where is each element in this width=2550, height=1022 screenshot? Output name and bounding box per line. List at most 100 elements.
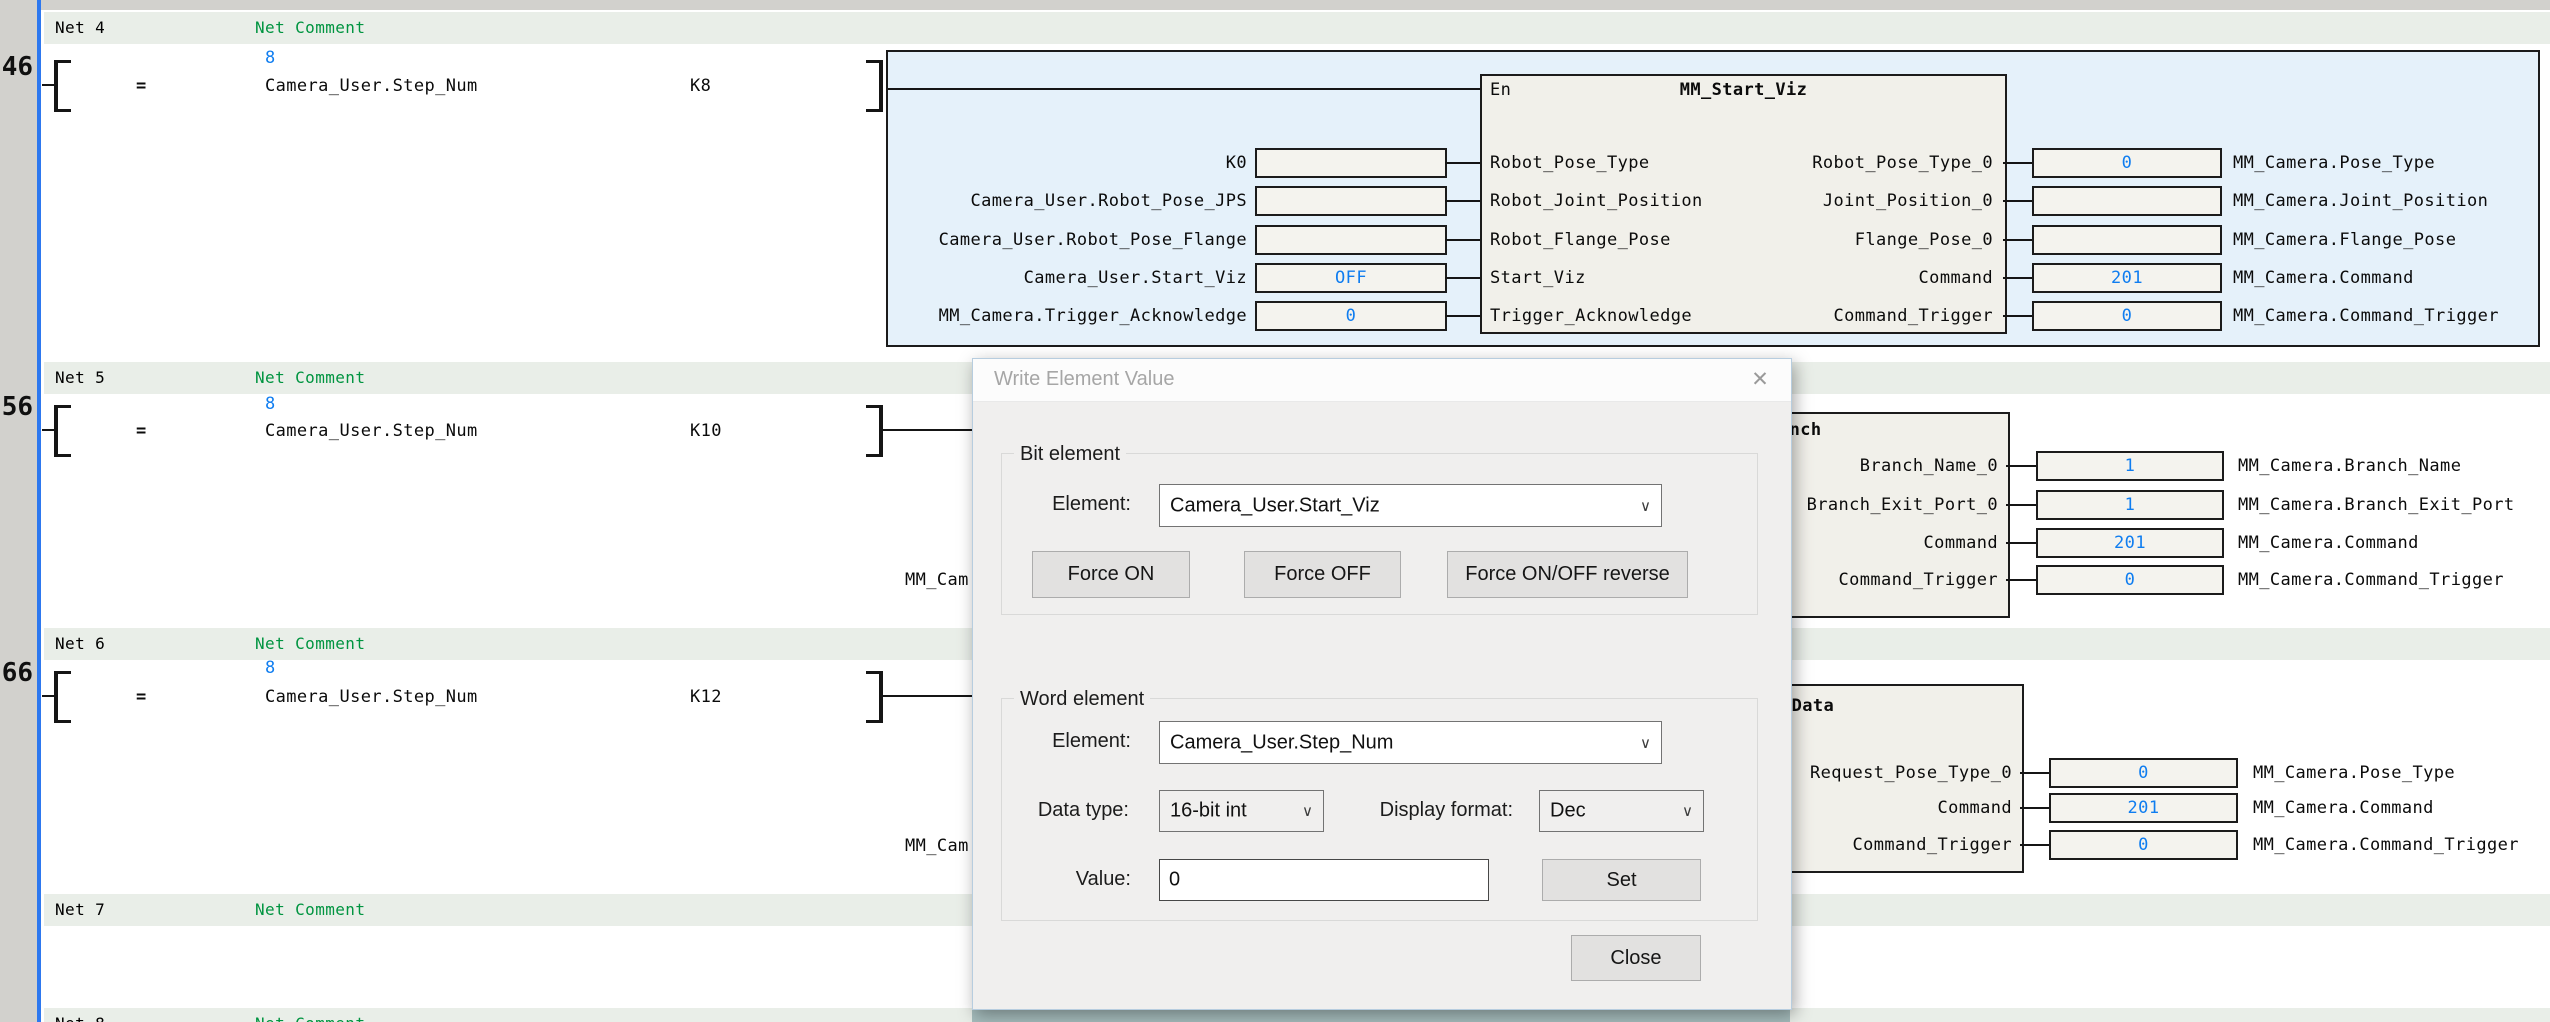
power-rail	[37, 0, 41, 1022]
value-input[interactable]: 0	[1159, 859, 1489, 901]
fb-output-value-box[interactable]: 0	[2032, 148, 2222, 178]
pin-stub	[2020, 844, 2049, 846]
fb-output-value-box[interactable]: 0	[2036, 565, 2224, 595]
set-button[interactable]: Set	[1542, 859, 1701, 901]
rung-line-number: 56	[0, 392, 33, 422]
rung-line-number: 66	[0, 658, 33, 688]
bit-element-value: Camera_User.Start_Viz	[1170, 494, 1380, 517]
pin-stub	[1445, 315, 1480, 317]
fb-input-value-box[interactable]: 0	[1255, 301, 1447, 331]
compare-operator: =	[136, 74, 147, 98]
compare-contact-close-bracket[interactable]	[866, 60, 883, 112]
dialog-titlebar[interactable]: Write Element Value ✕	[973, 359, 1791, 402]
net-comment[interactable]: Net Comment	[255, 634, 365, 653]
operand-live-value: 8	[265, 46, 276, 70]
fb-input-value-box[interactable]: OFF	[1255, 263, 1447, 293]
compare-contact-close-bracket[interactable]	[866, 405, 883, 457]
display-format-combobox[interactable]: Dec ∨	[1539, 790, 1704, 832]
fb-input-operand[interactable]: K0	[560, 151, 1247, 175]
fb-output-operand[interactable]: MM_Camera.Command	[2233, 266, 2414, 290]
fb-input-operand[interactable]: Camera_User.Start_Viz	[560, 266, 1247, 290]
fb-input-value-box[interactable]	[1255, 148, 1447, 178]
fb-output-value-box[interactable]: 201	[2032, 263, 2222, 293]
fb-output-value-box[interactable]: 0	[2049, 830, 2238, 860]
fb-input-operand[interactable]: Camera_User.Robot_Pose_JPS	[560, 189, 1247, 213]
fb-output-operand[interactable]: MM_Camera.Pose_Type	[2233, 151, 2435, 175]
pin-stub	[1445, 200, 1480, 202]
fb-output-value-box[interactable]: 0	[2032, 301, 2222, 331]
operand-label-clipped: MM_Cam	[905, 834, 969, 858]
fb-input-operand[interactable]: MM_Camera.Trigger_Acknowledge	[560, 304, 1247, 328]
close-icon[interactable]: ✕	[1743, 366, 1777, 394]
fb-output-operand[interactable]: MM_Camera.Command	[2238, 531, 2419, 555]
value-label: Value:	[1021, 867, 1131, 891]
fb-output-operand[interactable]: MM_Camera.Flange_Pose	[2233, 228, 2456, 252]
fb-output-operand[interactable]: MM_Camera.Command	[2253, 796, 2434, 820]
force-off-button[interactable]: Force OFF	[1244, 551, 1401, 598]
force-reverse-button[interactable]: Force ON/OFF reverse	[1447, 551, 1688, 598]
fb-output-value-box[interactable]: 201	[2049, 793, 2238, 823]
net-label: Net 4	[55, 18, 105, 37]
fb-output-pin: Command_Trigger	[1600, 304, 1993, 328]
fb-output-value-box[interactable]	[2032, 186, 2222, 216]
display-format-label: Display format:	[1351, 798, 1513, 822]
chevron-down-icon[interactable]: ∨	[1640, 497, 1651, 515]
bit-element-label: Element:	[1021, 492, 1131, 516]
fb-input-value-box[interactable]	[1255, 225, 1447, 255]
pin-stub	[2003, 200, 2032, 202]
compare-contact-close-bracket[interactable]	[866, 671, 883, 723]
fb-output-operand[interactable]: MM_Camera.Branch_Exit_Port	[2238, 493, 2515, 517]
write-element-value-dialog[interactable]: Write Element Value ✕ Bit element Elemen…	[972, 358, 1792, 1010]
value-input-text: 0	[1169, 869, 1180, 892]
fb-output-value-box[interactable]: 0	[2049, 758, 2238, 788]
pin-stub	[1445, 239, 1480, 241]
compare-contact-open-bracket[interactable]	[54, 671, 71, 723]
pin-stub	[2006, 504, 2036, 506]
compare-operator: =	[136, 685, 147, 709]
fb-output-value-box[interactable]: 201	[2036, 528, 2224, 558]
compare-contact-open-bracket[interactable]	[54, 405, 71, 457]
fb-output-operand[interactable]: MM_Camera.Command_Trigger	[2238, 568, 2504, 592]
bit-element-combobox[interactable]: Camera_User.Start_Viz ∨	[1159, 484, 1662, 527]
compare-operator: =	[136, 419, 147, 443]
net-comment[interactable]: Net Comment	[255, 1014, 365, 1022]
pin-stub	[2006, 465, 2036, 467]
fb-input-value-box[interactable]	[1255, 186, 1447, 216]
compare-operand[interactable]: Camera_User.Step_Num	[265, 74, 478, 98]
close-button[interactable]: Close	[1571, 935, 1701, 981]
en-wire	[888, 88, 1480, 90]
fb-output-value-box[interactable]: 1	[2036, 490, 2224, 520]
fb-input-operand[interactable]: Camera_User.Robot_Pose_Flange	[560, 228, 1247, 252]
fb-output-pin: Command	[1600, 266, 1993, 290]
fb-output-operand[interactable]: MM_Camera.Command_Trigger	[2253, 833, 2519, 857]
chevron-down-icon[interactable]: ∨	[1682, 802, 1693, 820]
fb-output-value-box[interactable]	[2032, 225, 2222, 255]
net-header[interactable]: Net 4 Net Comment	[44, 12, 2550, 44]
net-comment[interactable]: Net Comment	[255, 900, 365, 919]
chevron-down-icon[interactable]: ∨	[1302, 802, 1313, 820]
rung-line-number: 46	[0, 52, 33, 82]
word-element-combobox[interactable]: Camera_User.Step_Num ∨	[1159, 721, 1662, 764]
compare-operand[interactable]: Camera_User.Step_Num	[265, 685, 478, 709]
net-comment[interactable]: Net Comment	[255, 368, 365, 387]
fb-output-operand[interactable]: MM_Camera.Command_Trigger	[2233, 304, 2499, 328]
compare-constant[interactable]: K12	[690, 685, 722, 709]
compare-operand[interactable]: Camera_User.Step_Num	[265, 419, 478, 443]
pin-stub	[2006, 542, 2036, 544]
pin-stub	[1445, 162, 1480, 164]
compare-constant[interactable]: K8	[690, 74, 711, 98]
fb-output-operand[interactable]: MM_Camera.Joint_Position	[2233, 189, 2488, 213]
datatype-combobox[interactable]: 16-bit int ∨	[1159, 790, 1324, 832]
fb-output-operand[interactable]: MM_Camera.Branch_Name	[2238, 454, 2461, 478]
pin-stub	[2003, 315, 2032, 317]
datatype-value: 16-bit int	[1170, 800, 1247, 823]
fb-output-operand[interactable]: MM_Camera.Pose_Type	[2253, 761, 2455, 785]
fb-output-value-box[interactable]: 1	[2036, 451, 2224, 481]
chevron-down-icon[interactable]: ∨	[1640, 734, 1651, 752]
net-comment[interactable]: Net Comment	[255, 18, 365, 37]
force-on-button[interactable]: Force ON	[1032, 551, 1190, 598]
compare-constant[interactable]: K10	[690, 419, 722, 443]
compare-contact-open-bracket[interactable]	[54, 60, 71, 112]
gutter	[0, 0, 37, 1022]
pin-stub	[1445, 277, 1480, 279]
